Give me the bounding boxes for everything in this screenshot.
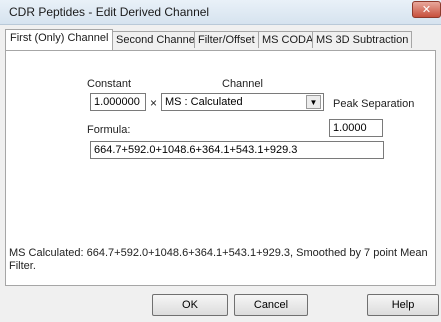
- tab-ms-coda[interactable]: MS CODA: [258, 31, 318, 48]
- derived-channel-status-text: MS Calculated: 664.7+592.0+1048.6+364.1+…: [9, 247, 428, 272]
- multiply-icon: ×: [150, 96, 158, 110]
- title-bar[interactable]: CDR Peptides - Edit Derived Channel ✕: [0, 0, 441, 25]
- tab-second-channel[interactable]: Second Channel: [112, 31, 202, 48]
- help-button[interactable]: Help: [367, 294, 439, 316]
- tab-first-only-channel[interactable]: First (Only) Channel: [5, 29, 114, 50]
- close-button[interactable]: ✕: [412, 1, 441, 18]
- dialog-button-bar: OK Cancel Help: [0, 286, 441, 322]
- constant-label: Constant: [87, 78, 132, 90]
- close-icon: ✕: [421, 4, 432, 16]
- constant-input[interactable]: 1.000000: [90, 93, 146, 111]
- formula-label: Formula:: [87, 124, 131, 136]
- peak-separation-input[interactable]: 1.0000: [329, 119, 383, 137]
- chevron-down-icon[interactable]: ▼: [306, 95, 321, 109]
- channel-selected-value: MS : Calculated: [165, 96, 243, 108]
- edit-derived-channel-dialog: CDR Peptides - Edit Derived Channel ✕ Fi…: [0, 0, 441, 322]
- channel-label: Channel: [222, 78, 263, 90]
- window-title: CDR Peptides - Edit Derived Channel: [9, 5, 210, 19]
- cancel-button[interactable]: Cancel: [234, 294, 308, 316]
- ok-button[interactable]: OK: [152, 294, 228, 316]
- tab-ms-3d-subtraction[interactable]: MS 3D Subtraction: [312, 31, 413, 48]
- formula-input[interactable]: 664.7+592.0+1048.6+364.1+543.1+929.3: [90, 141, 384, 159]
- tab-filter-offset[interactable]: Filter/Offset: [194, 31, 259, 48]
- channel-select[interactable]: MS : Calculated: [161, 93, 324, 111]
- peak-separation-label: Peak Separation: [333, 98, 415, 110]
